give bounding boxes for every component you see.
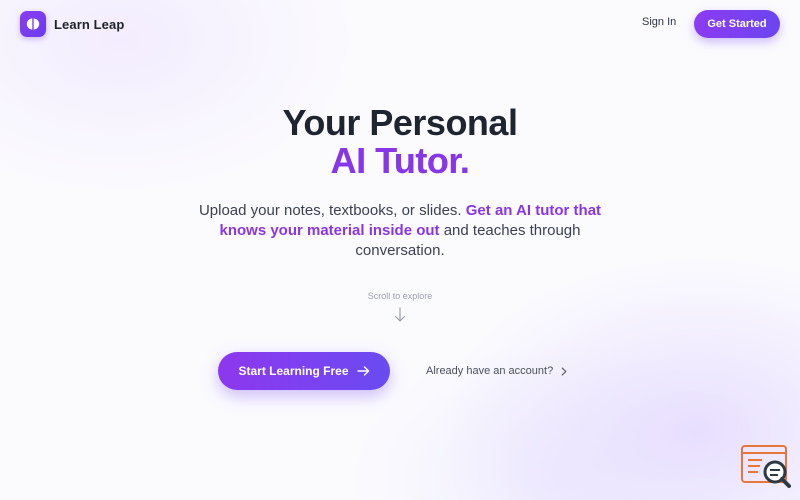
- arrow-down-icon[interactable]: [393, 307, 407, 323]
- scroll-hint: Scroll to explore: [367, 291, 433, 301]
- hero-title: Your Personal AI Tutor.: [0, 104, 800, 180]
- hero-title-line1: Your Personal: [282, 102, 518, 143]
- hero-subtitle: Upload your notes, textbooks, or slides.…: [190, 201, 610, 261]
- top-navbar: Learn Leap Sign In Get Started: [0, 0, 800, 48]
- existing-account-label: Already have an account?: [426, 365, 554, 377]
- floating-help-widget[interactable]: [740, 444, 792, 490]
- hero-subtitle-part1: Upload your notes, textbooks, or slides.: [198, 202, 466, 219]
- brand-name: Learn Leap: [54, 16, 125, 32]
- brand[interactable]: Learn Leap: [20, 11, 124, 37]
- sign-in-link[interactable]: Sign In: [642, 16, 676, 28]
- existing-account-link[interactable]: Already have an account?: [426, 364, 567, 378]
- arrow-right-icon: [356, 366, 369, 376]
- get-started-button[interactable]: Get Started: [694, 10, 780, 38]
- brand-logo-icon: [20, 11, 46, 37]
- chevron-right-icon: [561, 366, 567, 376]
- search-list-icon: [741, 445, 791, 488]
- start-learning-button[interactable]: Start Learning Free: [218, 352, 390, 390]
- start-learning-label: Start Learning Free: [238, 364, 349, 378]
- hero-title-line2: AI Tutor.: [0, 142, 800, 180]
